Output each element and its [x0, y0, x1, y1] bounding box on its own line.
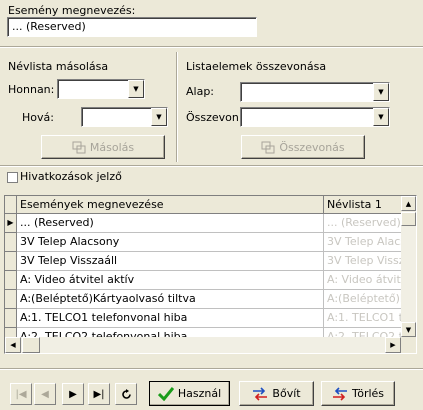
- row-indicator[interactable]: [5, 233, 17, 252]
- column-header-list1[interactable]: Névlista 1: [324, 196, 402, 214]
- copy-button[interactable]: Másolás: [41, 135, 165, 159]
- events-grid[interactable]: Események megnevezése Névlista 1 ▶... (R…: [4, 195, 417, 354]
- vertical-scrollbar[interactable]: ▲ ▼: [401, 196, 416, 337]
- grid-rows: ▶... (Reserved)... (Reserved) 3V Telep Al…: [5, 214, 416, 347]
- current-row-arrow-icon: ▶: [7, 218, 14, 227]
- separator-middle: [0, 165, 423, 167]
- row-indicator[interactable]: [5, 271, 17, 290]
- use-button-label: Használ: [177, 387, 222, 400]
- refresh-icon: [121, 388, 131, 399]
- use-button[interactable]: Használ: [149, 381, 230, 406]
- base-dropdown-button[interactable]: ▼: [373, 83, 389, 101]
- first-icon: |◀: [15, 388, 27, 400]
- copy-button-label: Másolás: [89, 140, 135, 154]
- chevron-left-icon: ◀: [10, 341, 16, 349]
- scroll-corner: [401, 337, 416, 353]
- to-combo[interactable]: ▼: [81, 107, 168, 127]
- last-record-button[interactable]: ▶|: [88, 383, 110, 405]
- from-dropdown-button[interactable]: ▼: [128, 80, 144, 98]
- table-row[interactable]: A:(Beléptető)Kártyaolvasó tiltva A:(Belép…: [5, 290, 416, 309]
- chevron-down-icon: ▼: [133, 85, 139, 93]
- next-record-button[interactable]: ▶: [62, 383, 84, 405]
- chevron-down-icon: ▼: [405, 325, 412, 334]
- merge-button-label: Összevonás: [279, 140, 345, 154]
- base-label: Alap:: [186, 85, 215, 98]
- row-indicator[interactable]: [5, 309, 17, 328]
- list1-cell[interactable]: A: Video átvitel aktív: [324, 271, 402, 290]
- event-name-cell[interactable]: A:(Beléptető)Kártyaolvasó tiltva: [17, 290, 324, 309]
- expand-button[interactable]: Bővít: [239, 381, 314, 406]
- scroll-up-button[interactable]: ▲: [401, 196, 416, 211]
- horizontal-scroll-thumb[interactable]: [22, 337, 40, 353]
- last-icon: ▶|: [93, 388, 105, 400]
- event-name-value: ... (Reserved): [12, 20, 86, 33]
- checkmark-icon: [157, 386, 174, 401]
- prior-record-button[interactable]: ◀: [34, 383, 56, 405]
- merge-combo[interactable]: ▼: [240, 107, 390, 127]
- next-icon: ▶: [69, 388, 77, 400]
- event-name-cell[interactable]: A:1. TELCO1 telefonvonal hiba: [17, 309, 324, 328]
- merge-label: Összevon:: [186, 111, 243, 124]
- merge-section-title: Listaelemek összevonása: [186, 60, 327, 73]
- separator-vertical: [176, 52, 178, 162]
- row-indicator[interactable]: [5, 252, 17, 271]
- list1-cell[interactable]: ... (Reserved): [324, 214, 402, 233]
- event-name-field[interactable]: ... (Reserved): [7, 17, 257, 37]
- scroll-right-button[interactable]: ▶: [385, 337, 401, 353]
- table-row[interactable]: ▶... (Reserved)... (Reserved): [5, 214, 416, 233]
- delete-arrows-icon: [332, 386, 347, 401]
- scroll-left-button[interactable]: ◀: [5, 337, 21, 353]
- row-indicator[interactable]: ▶: [5, 214, 17, 233]
- column-header-events[interactable]: Események megnevezése: [17, 196, 324, 214]
- row-indicator[interactable]: [5, 290, 17, 309]
- event-name-label: Esemény megnevezés:: [8, 4, 136, 17]
- event-name-cell[interactable]: 3V Telep Visszaáll: [17, 252, 324, 271]
- list1-cell[interactable]: A:1. TELCO1 telefonvonal hiba: [324, 309, 402, 328]
- chevron-down-icon: ▼: [156, 113, 162, 121]
- event-name-cell[interactable]: A: Video átvitel aktív: [17, 271, 324, 290]
- expand-arrows-icon: [253, 386, 268, 401]
- event-name-cell[interactable]: ... (Reserved): [17, 214, 324, 233]
- copy-section-title: Névlista másolása: [8, 60, 109, 73]
- from-label: Honnan:: [8, 83, 55, 96]
- to-dropdown-button[interactable]: ▼: [151, 108, 167, 126]
- table-row[interactable]: 3V Telep Visszaáll3V Telep Visszaáll: [5, 252, 416, 271]
- separator-top: [0, 46, 423, 48]
- copy-icon: [72, 141, 86, 153]
- chevron-down-icon: ▼: [378, 88, 384, 96]
- merge-icon: [261, 141, 275, 153]
- first-record-button[interactable]: |◀: [10, 383, 32, 405]
- references-checkbox[interactable]: [7, 172, 18, 183]
- chevron-down-icon: ▼: [378, 113, 384, 121]
- list1-cell[interactable]: 3V Telep Alacsony: [324, 233, 402, 252]
- from-combo[interactable]: ▼: [57, 79, 145, 99]
- references-checkbox-label: Hivatkozások jelző: [20, 170, 122, 183]
- chevron-right-icon: ▶: [390, 341, 396, 349]
- merge-dropdown-button[interactable]: ▼: [373, 108, 389, 126]
- base-combo[interactable]: ▼: [240, 82, 390, 102]
- list1-cell[interactable]: A:(Beléptető)Kártyaolvasó tiltva: [324, 290, 402, 309]
- to-label: Hová:: [22, 111, 54, 124]
- grid-header: Események megnevezése Névlista 1: [5, 196, 416, 214]
- chevron-up-icon: ▲: [405, 199, 412, 208]
- table-row[interactable]: 3V Telep Alacsony3V Telep Alacsony: [5, 233, 416, 252]
- table-row[interactable]: A: Video átvitel aktívA: Video átvitel a…: [5, 271, 416, 290]
- list1-cell[interactable]: 3V Telep Visszaáll: [324, 252, 402, 271]
- delete-button-label: Törlés: [351, 387, 385, 400]
- refresh-button[interactable]: [115, 383, 137, 405]
- event-name-cell[interactable]: 3V Telep Alacsony: [17, 233, 324, 252]
- expand-button-label: Bővít: [272, 387, 301, 400]
- merge-button[interactable]: Összevonás: [241, 135, 365, 159]
- horizontal-scrollbar[interactable]: ◀ ▶: [5, 337, 401, 353]
- prior-icon: ◀: [41, 388, 49, 400]
- scroll-down-button[interactable]: ▼: [401, 322, 416, 337]
- table-row[interactable]: A:1. TELCO1 telefonvonal hiba A:1. TELCO1…: [5, 309, 416, 328]
- indicator-header: [5, 196, 17, 214]
- delete-button[interactable]: Törlés: [321, 381, 395, 406]
- vertical-scroll-thumb[interactable]: [401, 212, 416, 226]
- separator-bottom: [0, 368, 423, 370]
